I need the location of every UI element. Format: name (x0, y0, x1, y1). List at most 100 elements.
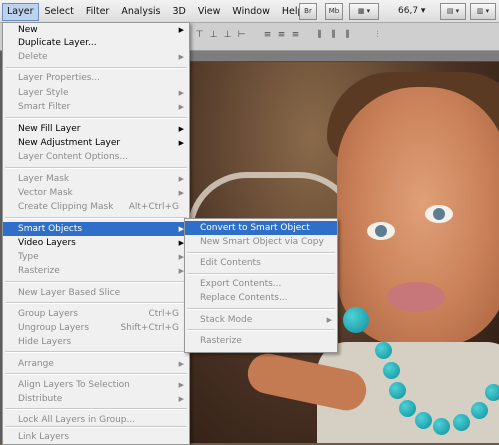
menu-item-label: Layer Content Options... (18, 152, 128, 162)
menu-item-label: Layer Properties... (18, 73, 101, 83)
bead (485, 384, 499, 401)
extras-button[interactable]: ▥ ▾ (470, 3, 496, 20)
menu-item-group-layers[interactable]: Group Layers Ctrl+G (3, 307, 189, 321)
distribute-left-icon[interactable]: ⫼ (314, 30, 325, 41)
menu-item-smart-filter[interactable]: Smart Filter ▶ (3, 100, 189, 114)
align-left-icon[interactable]: ⊢ (236, 30, 247, 41)
menu-item-duplicate-layer[interactable]: Duplicate Layer... (3, 36, 189, 50)
menu-item-hide-layers[interactable]: Hide Layers (3, 335, 189, 349)
menu-separator (5, 167, 187, 169)
menu-item-delete[interactable]: Delete ▶ (3, 50, 189, 64)
menu-item-smart-objects[interactable]: Smart Objects ▶ (3, 222, 189, 236)
menu-item-new-smart-object-via-copy[interactable]: New Smart Object via Copy (185, 235, 337, 249)
menu-item-new[interactable]: New ▶ (3, 23, 189, 37)
submenu-arrow-icon: ▶ (178, 175, 184, 183)
align-vcenter-icon[interactable]: ⊥ (208, 30, 219, 41)
menu-item-convert-to-smart-object[interactable]: Convert to Smart Object (185, 221, 337, 235)
menu-item-label: Arrange (18, 359, 54, 369)
distribute-bottom-icon[interactable]: ≡ (290, 30, 301, 41)
menu-item-create-clipping-mask[interactable]: Create Clipping Mask Alt+Ctrl+G (3, 200, 189, 214)
menu-window[interactable]: Window (226, 3, 275, 21)
submenu-arrow-icon: ▶ (178, 139, 184, 147)
menu-separator (5, 67, 187, 69)
menu-item-edit-contents[interactable]: Edit Contents (185, 256, 337, 270)
menu-item-new-layer-based-slice[interactable]: New Layer Based Slice (3, 286, 189, 300)
menu-item-label: Export Contents... (200, 279, 282, 289)
submenu-arrow-icon: ▶ (178, 53, 184, 61)
submenu-arrow-icon: ▶ (178, 395, 184, 403)
bead (343, 307, 369, 333)
menu-item-layer-mask[interactable]: Layer Mask ▶ (3, 172, 189, 186)
bead (383, 362, 400, 379)
menu-item-layer-content-options[interactable]: Layer Content Options... (3, 150, 189, 164)
bead (375, 342, 392, 359)
shortcut-label: Ctrl+G (148, 309, 179, 319)
arrange-documents-button[interactable]: ▦ ▾ (349, 3, 379, 20)
zoom-level[interactable]: 66,7 ▾ (398, 3, 425, 19)
distribute-hcenter-icon[interactable]: ⫼ (328, 30, 339, 41)
menu-item-layer-properties[interactable]: Layer Properties... (3, 71, 189, 85)
menu-item-align-layers-to-selection[interactable]: Align Layers To Selection ▶ (3, 378, 189, 392)
submenu-arrow-icon: ▶ (326, 316, 332, 324)
distribute-right-icon[interactable]: ⫼ (342, 30, 353, 41)
menu-item-rasterize[interactable]: Rasterize ▶ (3, 264, 189, 278)
menu-item-label: New Fill Layer (18, 124, 81, 134)
bridge-button[interactable]: Br (299, 3, 317, 20)
menu-item-label: Duplicate Layer... (18, 38, 97, 48)
menu-item-label: Create Clipping Mask (18, 202, 114, 212)
menu-separator (5, 408, 187, 410)
menu-item-stack-mode[interactable]: Stack Mode ▶ (185, 313, 337, 327)
submenu-arrow-icon: ▶ (178, 360, 184, 368)
menu-analysis[interactable]: Analysis (115, 3, 166, 21)
menu-item-type[interactable]: Type ▶ (3, 250, 189, 264)
menu-item-label: Rasterize (200, 336, 242, 346)
menu-item-rasterize[interactable]: Rasterize (185, 334, 337, 348)
left-eye (367, 222, 395, 240)
distribute-top-icon[interactable]: ≡ (262, 30, 273, 41)
menu-item-label: Delete (18, 52, 48, 62)
bead (471, 402, 488, 419)
submenu-arrow-icon: ▶ (178, 89, 184, 97)
menu-item-label: Rasterize (18, 266, 60, 276)
menu-item-export-contents[interactable]: Export Contents... (185, 277, 337, 291)
menu-item-arrange[interactable]: Arrange ▶ (3, 357, 189, 371)
align-bottom-icon[interactable]: ⊥ (222, 30, 233, 41)
menu-view[interactable]: View (192, 3, 227, 21)
bead (453, 414, 470, 431)
shortcut-label: Shift+Ctrl+G (120, 323, 179, 333)
menu-item-layer-style[interactable]: Layer Style ▶ (3, 86, 189, 100)
menu-item-video-layers[interactable]: Video Layers ▶ (3, 236, 189, 250)
screen-mode-button[interactable]: ▤ ▾ (440, 3, 466, 20)
distribute-vcenter-icon[interactable]: ≡ (276, 30, 287, 41)
menu-separator (5, 302, 187, 304)
menu-filter[interactable]: Filter (80, 3, 116, 21)
menu-item-label: Vector Mask (18, 188, 73, 198)
menu-item-replace-contents[interactable]: Replace Contents... (185, 291, 337, 305)
right-eye (425, 205, 453, 223)
menu-item-label: Distribute (18, 394, 63, 404)
menu-separator (5, 217, 187, 219)
menu-separator (187, 252, 335, 254)
menu-item-distribute[interactable]: Distribute ▶ (3, 392, 189, 406)
menu-item-label: Hide Layers (18, 337, 72, 347)
menu-item-label: Replace Contents... (200, 293, 288, 303)
menu-item-new-adjustment-layer[interactable]: New Adjustment Layer ▶ (3, 136, 189, 150)
menu-item-label: New Layer Based Slice (18, 288, 121, 298)
menu-select[interactable]: Select (39, 3, 80, 21)
menu-item-new-fill-layer[interactable]: New Fill Layer ▶ (3, 122, 189, 136)
align-top-icon[interactable]: ⊤ (194, 30, 205, 41)
bead (389, 382, 406, 399)
menu-3d[interactable]: 3D (167, 3, 192, 21)
auto-align-icon[interactable]: ⫶ (372, 30, 383, 41)
submenu-arrow-icon: ▶ (178, 103, 184, 111)
menu-item-link-layers[interactable]: Link Layers (3, 430, 189, 444)
document-tab[interactable] (187, 51, 499, 62)
menu-separator (187, 329, 335, 331)
menu-item-ungroup-layers[interactable]: Ungroup Layers Shift+Ctrl+G (3, 321, 189, 335)
menu-item-vector-mask[interactable]: Vector Mask ▶ (3, 186, 189, 200)
mini-bridge-button[interactable]: Mb (325, 3, 343, 20)
bead (433, 418, 450, 435)
menu-item-lock-all-layers-in-group[interactable]: Lock All Layers in Group... (3, 413, 189, 427)
menu-item-label: Video Layers (18, 238, 76, 248)
menu-layer[interactable]: Layer (2, 2, 39, 21)
